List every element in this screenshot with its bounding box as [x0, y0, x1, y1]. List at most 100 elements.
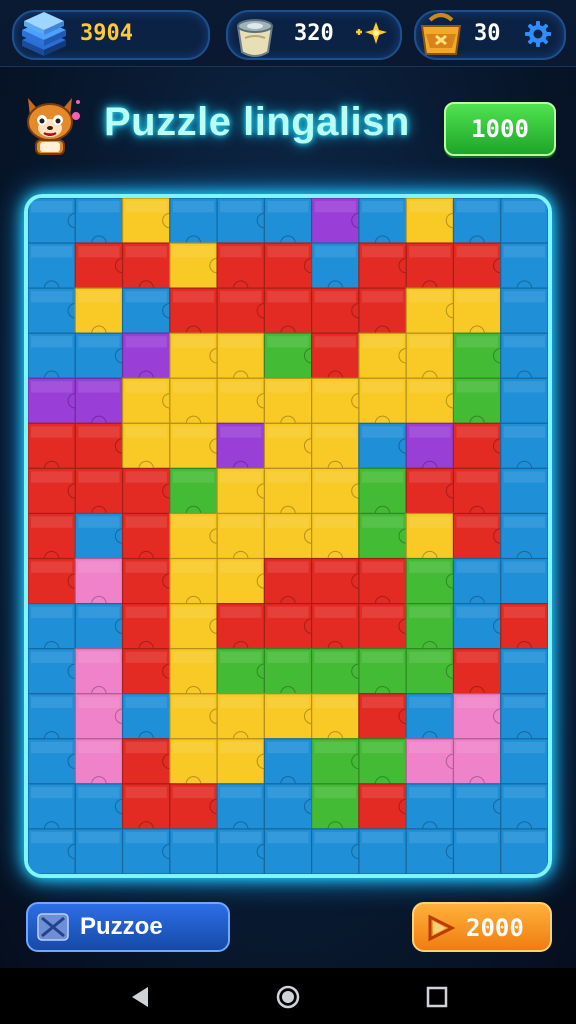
puzzle-piece[interactable]: [169, 648, 218, 702]
puzzle-piece[interactable]: [121, 377, 178, 424]
puzzle-piece[interactable]: [311, 783, 360, 837]
puzzle-piece[interactable]: [169, 693, 225, 740]
puzzle-piece[interactable]: [169, 198, 218, 251]
puzzle-piece[interactable]: [216, 783, 265, 837]
puzzle-piece[interactable]: [500, 693, 548, 747]
puzzle-piece[interactable]: [216, 332, 265, 386]
puzzle-piece[interactable]: [263, 287, 313, 341]
puzzle-piece[interactable]: [452, 648, 502, 702]
nav-recents-icon[interactable]: [424, 984, 450, 1010]
puzzle-piece[interactable]: [405, 242, 455, 296]
puzzle-piece[interactable]: [263, 693, 320, 740]
puzzle-piece[interactable]: [358, 693, 414, 740]
puzzle-piece[interactable]: [500, 603, 548, 657]
puzzle-piece[interactable]: [28, 828, 83, 874]
puzzle-piece[interactable]: [121, 693, 171, 747]
puzzle-piece[interactable]: [28, 512, 76, 567]
puzzle-piece[interactable]: [216, 512, 265, 567]
puzzle-piece[interactable]: [121, 467, 178, 515]
puzzle-piece[interactable]: [452, 287, 502, 341]
puzzle-piece[interactable]: [216, 467, 273, 515]
puzzle-piece[interactable]: [216, 557, 273, 605]
puzzle-piece[interactable]: [74, 648, 124, 702]
puzzle-piece[interactable]: [28, 783, 76, 837]
puzzle-mode-button[interactable]: Puzzoe: [26, 902, 230, 952]
puzzle-piece[interactable]: [405, 332, 455, 386]
puzzle-piece[interactable]: [358, 467, 407, 522]
puzzle-piece[interactable]: [405, 377, 462, 424]
puzzle-piece[interactable]: [405, 557, 462, 605]
puzzle-piece[interactable]: [311, 648, 367, 695]
puzzle-piece[interactable]: [74, 603, 131, 650]
puzzle-piece[interactable]: [500, 287, 548, 334]
puzzle-piece[interactable]: [358, 287, 407, 341]
puzzle-piece[interactable]: [452, 512, 509, 560]
puzzle-piece[interactable]: [500, 828, 548, 874]
puzzle-piece[interactable]: [121, 648, 178, 695]
puzzle-piece[interactable]: [169, 467, 218, 522]
puzzle-piece[interactable]: [74, 198, 124, 251]
puzzle-piece[interactable]: [28, 198, 83, 244]
settings-gear-icon[interactable]: [524, 20, 552, 48]
puzzle-piece[interactable]: [452, 422, 509, 469]
puzzle-piece[interactable]: [169, 332, 225, 379]
puzzle-piece[interactable]: [263, 198, 313, 251]
puzzle-piece[interactable]: [28, 422, 76, 477]
puzzle-piece[interactable]: [28, 287, 83, 334]
puzzle-piece[interactable]: [169, 512, 225, 560]
puzzle-piece[interactable]: [169, 422, 225, 469]
puzzle-piece[interactable]: [169, 287, 218, 341]
puzzle-piece[interactable]: [74, 828, 124, 874]
puzzle-piece[interactable]: [263, 603, 320, 650]
puzzle-piece[interactable]: [452, 198, 502, 251]
puzzle-piece[interactable]: [500, 512, 548, 567]
puzzle-piece[interactable]: [263, 828, 313, 874]
puzzle-piece[interactable]: [500, 467, 548, 515]
puzzle-piece[interactable]: [311, 377, 367, 424]
puzzle-piece[interactable]: [500, 738, 548, 785]
puzzle-piece[interactable]: [358, 422, 414, 469]
play-button[interactable]: 2000: [412, 902, 552, 952]
puzzle-piece[interactable]: [358, 648, 407, 702]
puzzle-piece[interactable]: [28, 377, 83, 424]
puzzle-piece[interactable]: [121, 603, 171, 657]
puzzle-piece[interactable]: [311, 422, 360, 477]
nav-back-icon[interactable]: [128, 984, 154, 1010]
puzzle-piece[interactable]: [311, 467, 367, 515]
puzzle-piece[interactable]: [169, 242, 225, 289]
puzzle-piece[interactable]: [74, 693, 131, 740]
puzzle-piece[interactable]: [263, 467, 313, 522]
puzzle-piece[interactable]: [169, 783, 225, 830]
scroll-counter[interactable]: 320: [226, 10, 402, 60]
puzzle-piece[interactable]: [216, 287, 273, 334]
puzzle-piece[interactable]: [452, 377, 502, 432]
puzzle-piece[interactable]: [405, 198, 462, 244]
puzzle-piece[interactable]: [263, 512, 320, 560]
puzzle-piece[interactable]: [358, 198, 407, 251]
puzzle-piece[interactable]: [452, 738, 502, 792]
puzzle-piece[interactable]: [358, 242, 414, 289]
puzzle-piece[interactable]: [358, 738, 407, 792]
puzzle-piece[interactable]: [452, 242, 509, 289]
puzzle-piece[interactable]: [121, 738, 178, 785]
puzzle-piece[interactable]: [358, 377, 407, 432]
puzzle-piece[interactable]: [500, 783, 548, 837]
puzzle-piece[interactable]: [263, 422, 320, 469]
puzzle-piece[interactable]: [74, 467, 124, 522]
puzzle-piece[interactable]: [169, 828, 218, 874]
puzzle-piece[interactable]: [500, 648, 548, 695]
puzzle-piece[interactable]: [121, 198, 178, 244]
nav-home-icon[interactable]: [275, 984, 301, 1010]
puzzle-piece[interactable]: [263, 242, 320, 289]
puzzle-piece[interactable]: [311, 693, 360, 747]
puzzle-piece[interactable]: [500, 198, 548, 244]
puzzle-piece[interactable]: [452, 467, 502, 522]
puzzle-piece[interactable]: [311, 198, 367, 244]
puzzle-piece[interactable]: [311, 287, 367, 334]
puzzle-piece[interactable]: [405, 828, 462, 874]
puzzle-piece[interactable]: [311, 512, 360, 567]
puzzle-piece[interactable]: [358, 557, 407, 612]
puzzle-piece[interactable]: [216, 828, 273, 874]
puzzle-piece[interactable]: [121, 557, 178, 605]
puzzle-piece[interactable]: [405, 693, 455, 747]
